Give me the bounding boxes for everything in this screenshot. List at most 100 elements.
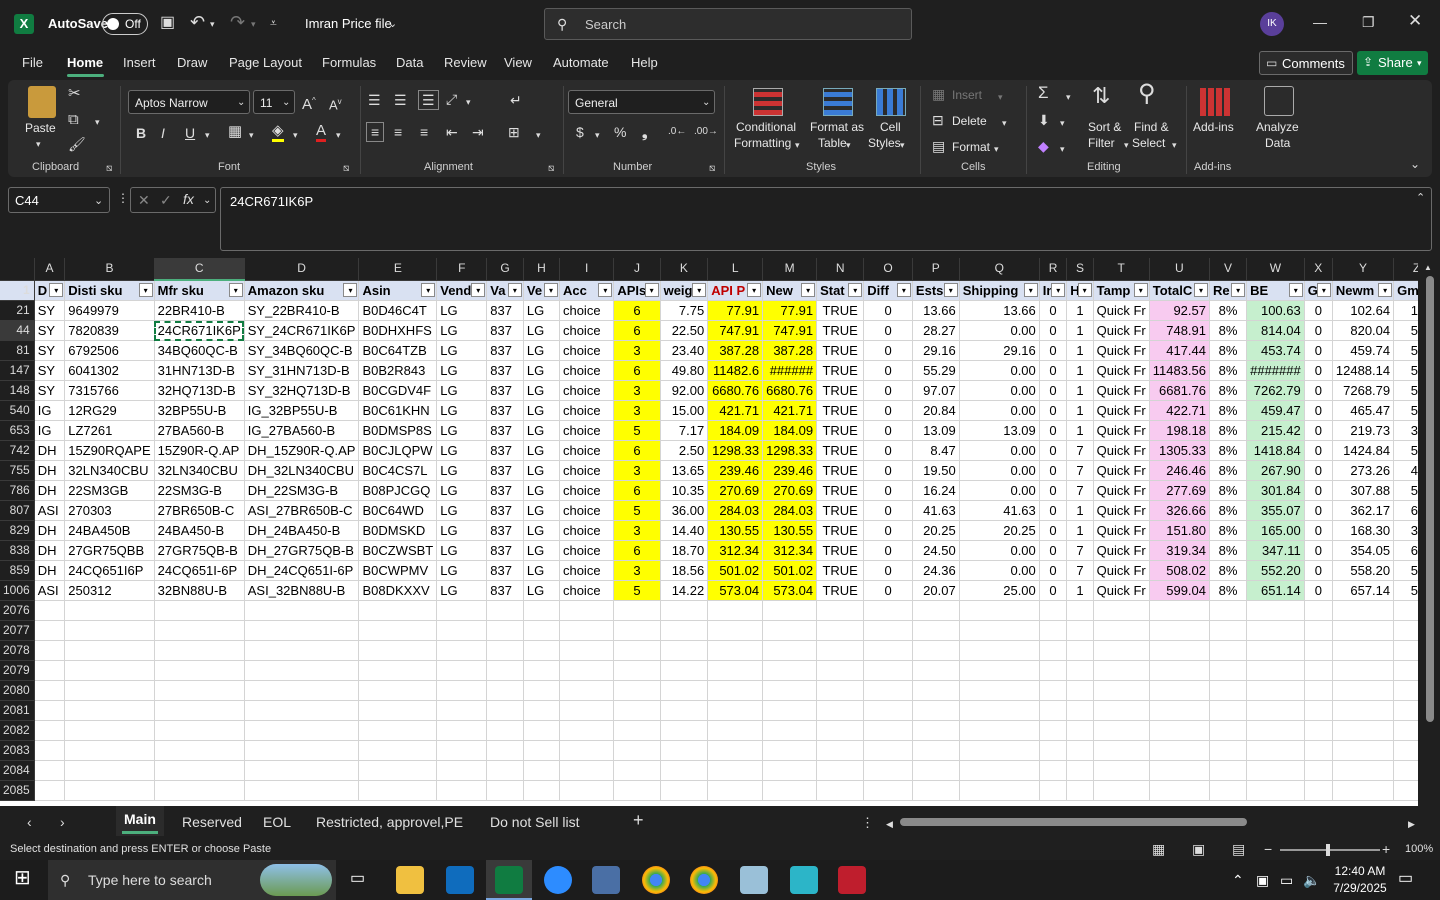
empty-cell[interactable] xyxy=(244,660,360,681)
table-cell[interactable]: LG xyxy=(523,340,560,361)
table-header-cell[interactable]: D ▾ xyxy=(34,280,66,301)
empty-cell[interactable] xyxy=(762,760,818,781)
table-cell[interactable]: Quick Fr xyxy=(1093,340,1150,361)
align-bottom-icon[interactable]: ☰ xyxy=(418,90,439,110)
empty-cell[interactable] xyxy=(486,760,524,781)
empty-cell[interactable] xyxy=(1209,680,1248,701)
empty-cell[interactable] xyxy=(154,780,245,801)
fill-color-icon[interactable]: ◈ xyxy=(272,123,284,142)
empty-cell[interactable] xyxy=(1246,680,1305,701)
fill-icon[interactable]: ⬇ xyxy=(1038,112,1050,128)
empty-cell[interactable] xyxy=(816,740,865,761)
table-cell[interactable]: LG xyxy=(523,580,560,601)
empty-cell[interactable] xyxy=(358,740,438,761)
empty-cell[interactable] xyxy=(154,600,245,621)
table-cell[interactable]: DH xyxy=(34,440,66,461)
table-cell[interactable]: Quick Fr xyxy=(1093,580,1150,601)
table-cell[interactable]: LG xyxy=(523,480,560,501)
column-header[interactable]: W xyxy=(1246,258,1305,281)
table-cell[interactable]: 32BN88U-B xyxy=(154,580,245,601)
empty-cell[interactable] xyxy=(912,700,960,721)
empty-cell[interactable] xyxy=(959,600,1040,621)
empty-cell[interactable] xyxy=(863,680,913,701)
filter-dropdown-icon[interactable]: ▾ xyxy=(49,282,64,297)
taskbar-search[interactable]: ⚲ Type here to search xyxy=(48,860,336,900)
column-header[interactable]: U xyxy=(1149,258,1211,281)
table-cell[interactable]: Quick Fr xyxy=(1093,400,1150,421)
table-cell[interactable]: 0 xyxy=(1039,360,1068,381)
table-cell[interactable]: SY_32HQ713D-B xyxy=(244,380,360,401)
table-cell[interactable]: 1 xyxy=(1066,400,1094,421)
table-cell[interactable]: 312.34 xyxy=(707,540,764,561)
table-cell[interactable]: choice xyxy=(559,400,615,421)
empty-cell[interactable] xyxy=(34,780,66,801)
merge-center-icon[interactable]: ⊞ xyxy=(508,124,520,140)
copy-dropdown-icon[interactable]: ▾ xyxy=(95,114,100,130)
empty-cell[interactable] xyxy=(660,660,709,681)
table-cell[interactable]: SY_34BQ60QC-B xyxy=(244,340,360,361)
redo-icon[interactable]: ↷ xyxy=(230,13,245,31)
table-cell[interactable]: 151.80 xyxy=(1149,520,1211,541)
table-cell[interactable]: choice xyxy=(559,560,615,581)
empty-cell[interactable] xyxy=(762,740,818,761)
table-cell[interactable]: 0 xyxy=(1039,580,1068,601)
table-cell[interactable]: DH_22SM3G-B xyxy=(244,480,360,501)
empty-cell[interactable] xyxy=(863,660,913,681)
table-cell[interactable]: LG xyxy=(523,400,560,421)
empty-cell[interactable] xyxy=(559,700,615,721)
table-cell[interactable]: 11483.56 xyxy=(1149,360,1211,381)
table-cell[interactable]: 0.00 xyxy=(959,460,1040,481)
empty-cell[interactable] xyxy=(559,680,615,701)
table-cell[interactable]: 24CQ651I-6P xyxy=(154,560,245,581)
table-cell[interactable]: 41.63 xyxy=(959,500,1040,521)
filter-dropdown-icon[interactable]: ▾ xyxy=(801,282,816,297)
empty-cell[interactable] xyxy=(707,660,764,681)
empty-cell[interactable] xyxy=(1093,760,1150,781)
underline-icon[interactable]: U xyxy=(185,125,195,141)
empty-cell[interactable] xyxy=(1093,780,1150,801)
analyze-data-icon[interactable] xyxy=(1264,86,1294,116)
table-cell[interactable]: 347.11 xyxy=(1246,540,1305,561)
table-cell[interactable]: LG xyxy=(436,340,488,361)
empty-cell[interactable] xyxy=(707,700,764,721)
empty-row[interactable]: 2081 xyxy=(0,700,1440,721)
table-cell[interactable]: 12488.14 xyxy=(1332,360,1395,381)
empty-cell[interactable] xyxy=(64,660,155,681)
table-cell[interactable]: 184.09 xyxy=(762,420,818,441)
zoom-level[interactable]: 100% xyxy=(1405,843,1433,855)
filter-dropdown-icon[interactable]: ▾ xyxy=(896,282,911,297)
name-box[interactable]: C44 ⌄ xyxy=(8,187,110,213)
empty-cell[interactable] xyxy=(1332,620,1395,641)
add-sheet-icon[interactable]: + xyxy=(633,811,644,829)
column-header[interactable]: V xyxy=(1209,258,1248,281)
table-cell[interactable]: 508.02 xyxy=(1149,560,1211,581)
empty-cell[interactable] xyxy=(660,780,709,801)
format-as-table-label-1[interactable]: Format as xyxy=(810,120,864,135)
empty-cell[interactable] xyxy=(816,600,865,621)
table-cell[interactable]: LG xyxy=(523,500,560,521)
tab-main[interactable]: Main xyxy=(116,806,164,836)
empty-cell[interactable] xyxy=(1149,600,1211,621)
empty-cell[interactable] xyxy=(613,700,661,721)
empty-cell[interactable] xyxy=(154,760,245,781)
task-view-icon[interactable]: ▭ xyxy=(350,871,365,887)
empty-cell[interactable] xyxy=(1093,720,1150,741)
table-cell[interactable]: 837 xyxy=(486,540,524,561)
table-cell[interactable]: Quick Fr xyxy=(1093,440,1150,461)
empty-cell[interactable] xyxy=(762,680,818,701)
empty-cell[interactable] xyxy=(863,740,913,761)
row-header[interactable]: 81 xyxy=(0,340,35,361)
zoom-in-icon[interactable]: + xyxy=(1382,841,1390,857)
table-cell[interactable]: 14.40 xyxy=(660,520,709,541)
restore-icon[interactable]: ❐ xyxy=(1362,14,1375,30)
column-header[interactable]: L xyxy=(707,258,764,281)
column-header[interactable]: E xyxy=(358,258,438,281)
table-cell[interactable]: ASI xyxy=(34,500,66,521)
filter-dropdown-icon[interactable]: ▾ xyxy=(1316,282,1331,297)
empty-cell[interactable] xyxy=(64,760,155,781)
table-cell[interactable]: 1 xyxy=(1066,520,1094,541)
table-cell[interactable]: Quick Fr xyxy=(1093,380,1150,401)
empty-cell[interactable] xyxy=(34,620,66,641)
table-row[interactable]: 148 SY 7315766 32HQ713D-B SY_32HQ713D-B B0CGD… xyxy=(0,380,1440,401)
table-cell[interactable]: Quick Fr xyxy=(1093,540,1150,561)
